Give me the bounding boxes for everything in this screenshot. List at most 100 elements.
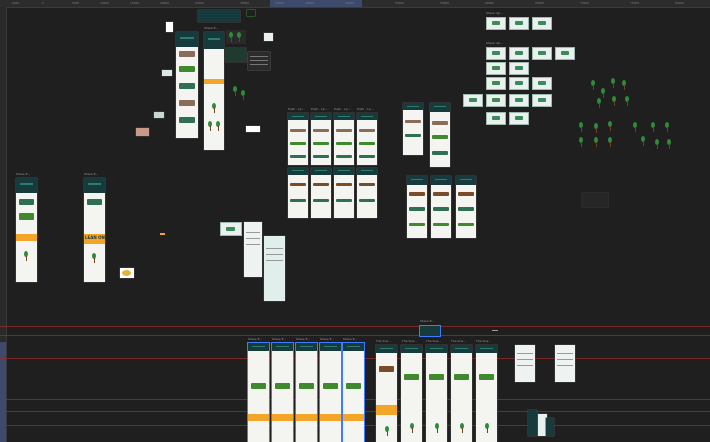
email-frame[interactable] <box>357 168 377 218</box>
photo-frame[interactable] <box>136 128 149 136</box>
card-frame[interactable] <box>463 94 483 107</box>
tree-illustration[interactable] <box>593 137 599 147</box>
email-frame[interactable] <box>16 178 37 282</box>
email-frame[interactable] <box>476 345 497 442</box>
email-frame[interactable] <box>334 168 354 218</box>
frame-label[interactable]: Share E... <box>296 338 310 341</box>
tree-cluster[interactable] <box>226 30 246 44</box>
email-frame[interactable] <box>248 343 269 442</box>
frame-label[interactable]: Push - Lp... <box>288 108 305 111</box>
figma-canvas[interactable]: -5000 0 5000 10000 15000 20000 25000 300… <box>0 0 710 442</box>
tree-cluster[interactable] <box>232 86 250 104</box>
top-ruler[interactable]: -5000 0 5000 10000 15000 20000 25000 300… <box>0 0 710 8</box>
small-frame[interactable] <box>120 268 134 278</box>
logo-frame[interactable] <box>247 10 255 16</box>
small-frame[interactable] <box>162 70 172 76</box>
email-frame[interactable] <box>288 168 308 218</box>
card-frame[interactable] <box>532 47 552 60</box>
header-banner-frame[interactable] <box>198 10 240 22</box>
tree-illustration[interactable] <box>624 96 630 106</box>
small-frame[interactable] <box>154 112 164 118</box>
tree-illustration[interactable] <box>607 121 613 131</box>
card-frame[interactable] <box>509 112 529 125</box>
mobile-frame[interactable] <box>528 410 537 436</box>
frame-label[interactable]: Share E... <box>343 338 357 341</box>
card-frame[interactable] <box>220 222 242 236</box>
email-frame[interactable] <box>430 103 450 167</box>
card-frame[interactable] <box>486 47 506 60</box>
email-frame[interactable] <box>451 345 472 442</box>
frame-label[interactable]: The Sna... <box>451 340 466 343</box>
card-frame[interactable] <box>509 77 529 90</box>
small-frame[interactable] <box>264 33 273 41</box>
card-frame[interactable] <box>486 62 506 75</box>
tree-illustration[interactable] <box>610 78 616 88</box>
card-frame[interactable] <box>486 94 506 107</box>
email-frame[interactable] <box>431 176 451 238</box>
card-frame[interactable] <box>532 94 552 107</box>
tree-illustration[interactable] <box>640 136 646 146</box>
card-frame[interactable] <box>486 112 506 125</box>
tree-illustration[interactable] <box>621 80 627 90</box>
tree-illustration[interactable] <box>596 98 602 108</box>
illustration-frame[interactable] <box>226 48 246 62</box>
email-frame[interactable] <box>334 113 354 165</box>
doc-frame[interactable] <box>244 222 262 277</box>
email-frame[interactable] <box>376 345 397 442</box>
card-frame[interactable] <box>509 47 529 60</box>
tree-illustration[interactable] <box>664 122 670 132</box>
email-frame[interactable] <box>272 343 293 442</box>
email-frame[interactable] <box>296 343 317 442</box>
small-frame[interactable] <box>166 22 173 32</box>
small-frame[interactable] <box>246 126 260 132</box>
email-frame[interactable] <box>401 345 422 442</box>
frame-label[interactable]: Share E... <box>16 173 30 176</box>
email-frame[interactable]: LEAN ON <box>84 178 105 282</box>
tree-illustration[interactable] <box>666 139 672 149</box>
doc-frame[interactable] <box>515 345 535 382</box>
card-frame[interactable] <box>486 17 506 30</box>
frame-label[interactable]: Share E... <box>320 338 334 341</box>
email-frame[interactable] <box>288 113 308 165</box>
doc-frame[interactable] <box>264 236 285 301</box>
mobile-frame[interactable] <box>546 418 554 436</box>
frame-label[interactable]: The Sna... <box>376 340 391 343</box>
tree-illustration[interactable] <box>578 122 584 132</box>
email-frame[interactable] <box>311 168 331 218</box>
email-frame[interactable] <box>426 345 447 442</box>
tree-illustration[interactable] <box>578 137 584 147</box>
email-frame[interactable] <box>357 113 377 165</box>
frame-label[interactable]: Share Up... <box>486 12 503 15</box>
frame-label[interactable]: Share E... <box>84 173 98 176</box>
text-note-frame[interactable] <box>248 52 270 70</box>
frame-label[interactable]: The Sna... <box>476 340 491 343</box>
tree-illustration[interactable] <box>593 123 599 133</box>
selected-frame[interactable] <box>420 326 440 336</box>
frame-label[interactable]: Share Up... <box>486 42 503 45</box>
tree-illustration[interactable] <box>590 80 596 90</box>
frame-label[interactable]: Share E... <box>420 320 434 323</box>
frame-label[interactable]: Share E... <box>204 27 218 30</box>
frame-label[interactable]: Push - Lp... <box>311 108 328 111</box>
left-ruler[interactable] <box>0 7 7 442</box>
tree-illustration[interactable] <box>607 137 613 147</box>
email-frame[interactable] <box>176 32 198 138</box>
email-frame[interactable] <box>456 176 476 238</box>
doc-frame[interactable] <box>555 345 575 382</box>
frame-label[interactable]: Push - Lp... <box>334 108 351 111</box>
email-frame[interactable] <box>311 113 331 165</box>
card-frame[interactable] <box>509 94 529 107</box>
card-frame[interactable] <box>509 17 529 30</box>
text-note-frame[interactable] <box>582 193 608 207</box>
card-frame[interactable] <box>509 62 529 75</box>
card-frame[interactable] <box>532 77 552 90</box>
frame-label[interactable]: Share E... <box>272 338 286 341</box>
email-frame[interactable] <box>320 343 341 442</box>
frame-label[interactable]: The Sna... <box>402 340 417 343</box>
email-frame[interactable] <box>403 103 423 155</box>
tree-illustration[interactable] <box>611 96 617 106</box>
card-frame[interactable] <box>555 47 575 60</box>
frame-label[interactable]: Push - Lp... <box>357 108 374 111</box>
tree-illustration[interactable] <box>654 139 660 149</box>
email-frame[interactable] <box>407 176 427 238</box>
